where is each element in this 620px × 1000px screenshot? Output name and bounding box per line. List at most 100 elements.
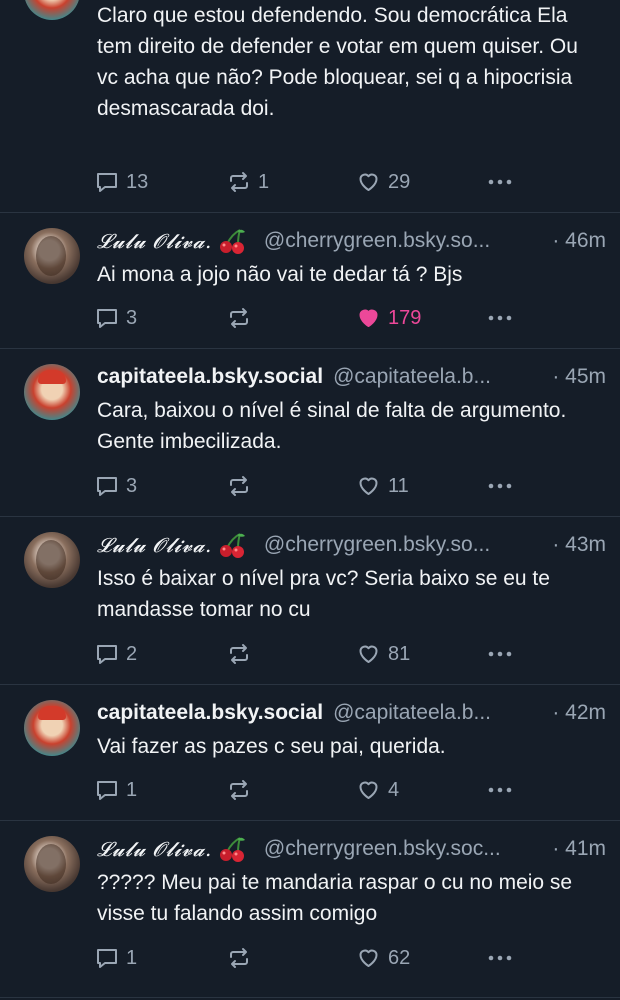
repost-button[interactable]	[227, 775, 251, 805]
post-header: 𝓛𝓾𝓵𝓾 𝓞𝓵𝓲𝓿𝓪. @cherrygreen.bsky.so... · 43…	[97, 531, 606, 559]
like-count: 4	[388, 778, 400, 801]
reply-count: 1	[126, 946, 138, 969]
display-name[interactable]: capitateela.bsky.social	[97, 701, 323, 725]
reply-icon	[97, 477, 117, 496]
repost-icon	[230, 644, 248, 664]
reply-count: 1	[126, 778, 138, 801]
heart-icon	[359, 949, 378, 967]
avatar-capitateela[interactable]	[24, 700, 80, 756]
display-name[interactable]: 𝓛𝓾𝓵𝓾 𝓞𝓵𝓲𝓿𝓪.	[97, 837, 212, 861]
timestamp[interactable]: · 42m	[552, 701, 606, 725]
more-button[interactable]	[485, 471, 515, 501]
separator	[0, 212, 620, 213]
like-button[interactable]: 29	[356, 167, 410, 197]
post-actions: 3 179	[95, 303, 515, 333]
handle[interactable]: @capitateela.b...	[333, 365, 544, 389]
more-button[interactable]	[485, 775, 515, 805]
reply-count: 13	[126, 170, 149, 193]
repost-icon	[230, 308, 248, 328]
like-count: 11	[388, 474, 409, 497]
reply-button[interactable]: 1	[95, 943, 137, 973]
more-icon	[488, 483, 512, 489]
repost-button[interactable]	[227, 471, 251, 501]
more-button[interactable]	[485, 943, 515, 973]
heart-icon	[359, 781, 378, 799]
more-icon	[488, 651, 512, 657]
more-button[interactable]	[485, 639, 515, 669]
like-button[interactable]: 179	[356, 303, 421, 333]
like-count: 179	[388, 306, 422, 329]
reply-button[interactable]: 2	[95, 639, 137, 669]
separator	[0, 348, 620, 349]
post-text: Ai mona a jojo não vai te dedar tá ? Bjs	[97, 263, 463, 286]
separator	[0, 684, 620, 685]
reply-count: 3	[126, 474, 138, 497]
repost-button[interactable]: 1	[227, 167, 269, 197]
post-header: capitateela.bsky.social @capitateela.b..…	[97, 363, 606, 391]
reply-icon	[97, 781, 117, 800]
post-header: capitateela.bsky.social @capitateela.b..…	[97, 699, 606, 727]
heart-icon	[359, 173, 378, 191]
like-button[interactable]: 4	[356, 775, 399, 805]
repost-button[interactable]	[227, 303, 251, 333]
display-name[interactable]: 𝓛𝓾𝓵𝓾 𝓞𝓵𝓲𝓿𝓪.	[97, 229, 212, 253]
cherry-emoji	[218, 228, 248, 254]
timestamp[interactable]: · 45m	[552, 365, 606, 389]
avatar-capitateela[interactable]	[24, 0, 80, 20]
display-name[interactable]: 𝓛𝓾𝓵𝓾 𝓞𝓵𝓲𝓿𝓪.	[97, 533, 212, 557]
timestamp[interactable]: · 41m	[552, 837, 606, 861]
post-actions: 3 11	[95, 471, 515, 501]
cherry-emoji	[218, 836, 248, 862]
separator	[0, 997, 620, 998]
post-text: Cara, baixou o nível é sinal de falta de…	[97, 399, 567, 453]
more-icon	[488, 787, 512, 793]
post-text: Vai fazer as pazes c seu pai, querida.	[97, 735, 446, 758]
more-icon	[488, 179, 512, 185]
cherry-emoji	[218, 532, 248, 558]
post-actions: 1 62	[95, 943, 515, 973]
like-button[interactable]: 81	[356, 639, 410, 669]
reply-button[interactable]: 13	[95, 167, 148, 197]
separator	[0, 516, 620, 517]
post-text: Isso é baixar o nível pra vc? Seria baix…	[97, 567, 550, 621]
more-button[interactable]	[485, 167, 515, 197]
heart-icon	[359, 477, 378, 495]
handle[interactable]: @capitateela.b...	[333, 701, 544, 725]
like-button[interactable]: 11	[356, 471, 409, 501]
post-header: 𝓛𝓾𝓵𝓾 𝓞𝓵𝓲𝓿𝓪. @cherrygreen.bsky.soc... · 4…	[97, 835, 606, 863]
reply-icon	[97, 645, 117, 664]
repost-icon	[230, 948, 248, 968]
like-count: 62	[388, 946, 411, 969]
timestamp[interactable]: · 43m	[552, 533, 606, 557]
reply-icon	[97, 949, 117, 968]
reply-count: 2	[126, 642, 138, 665]
post-header: 𝓛𝓾𝓵𝓾 𝓞𝓵𝓲𝓿𝓪. @cherrygreen.bsky.so... · 46…	[97, 227, 606, 255]
avatar-lulu[interactable]	[24, 836, 80, 892]
more-button[interactable]	[485, 303, 515, 333]
reply-count: 3	[126, 306, 138, 329]
repost-button[interactable]	[227, 943, 251, 973]
handle[interactable]: @cherrygreen.bsky.so...	[264, 533, 544, 557]
heart-icon	[359, 645, 378, 663]
more-icon	[488, 955, 512, 961]
reply-button[interactable]: 3	[95, 303, 137, 333]
heart-icon	[359, 309, 378, 327]
repost-button[interactable]	[227, 639, 251, 669]
display-name[interactable]: capitateela.bsky.social	[97, 365, 323, 389]
like-button[interactable]: 62	[356, 943, 410, 973]
avatar-capitateela[interactable]	[24, 364, 80, 420]
avatar-lulu[interactable]	[24, 228, 80, 284]
reply-icon	[97, 173, 117, 192]
more-icon	[488, 315, 512, 321]
timestamp[interactable]: · 46m	[552, 229, 606, 253]
repost-icon	[230, 172, 248, 192]
handle[interactable]: @cherrygreen.bsky.soc...	[264, 837, 544, 861]
repost-icon	[230, 476, 248, 496]
post-actions: 1 4	[95, 775, 515, 805]
post-text: ????? Meu pai te mandaria raspar o cu no…	[97, 871, 573, 925]
reply-button[interactable]: 3	[95, 471, 137, 501]
post-actions: 13 1 29	[95, 167, 515, 197]
reply-button[interactable]: 1	[95, 775, 137, 805]
handle[interactable]: @cherrygreen.bsky.so...	[264, 229, 544, 253]
avatar-lulu[interactable]	[24, 532, 80, 588]
